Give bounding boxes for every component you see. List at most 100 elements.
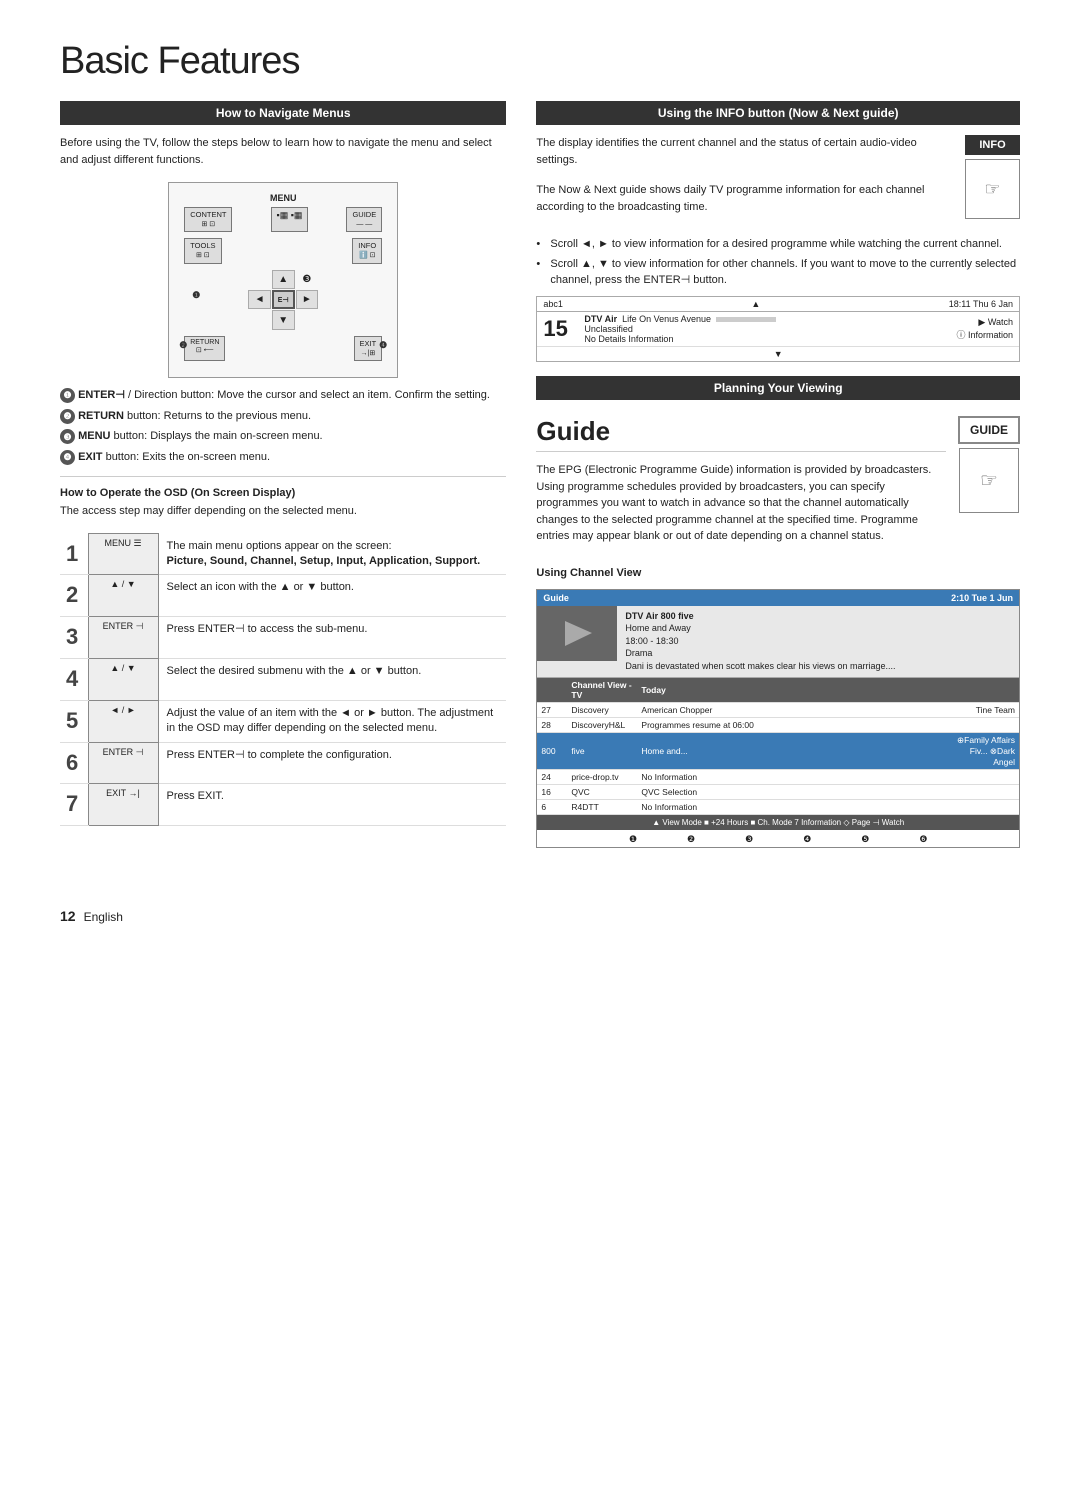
guide-button-area: GUIDE ☞ [958,416,1020,513]
step-return: ❷ RETURN button: Returns to the previous… [60,409,506,425]
osd-step-2-icon: ▲ / ▼ [88,575,158,617]
left-column: How to Navigate Menus Before using the T… [60,101,506,848]
guide-text-area: Guide The EPG (Electronic Programme Guid… [536,416,946,559]
navigate-menus-header: How to Navigate Menus [60,101,506,125]
ch-detail-row: 15 DTV Air Life On Venus Avenue Unclassi… [537,312,1019,347]
remote-row4: ❷ RETURN⊡ ⟵ EXIT→|⊞ ❹ [184,336,382,361]
osd-step-1-num: 1 [60,534,88,575]
osd-step-5-desc: Adjust the value of an item with the ◄ o… [158,700,506,742]
ch-list-header-today-label: Today [637,683,949,697]
info-button-area: INFO ☞ [965,135,1020,229]
step-exit: ❹ EXIT button: Exits the on-screen menu. [60,450,506,466]
step-enter: ❶ ENTER⊣ / Direction button: Move the cu… [60,388,506,404]
osd-step-5-icon: ◄ / ► [88,700,158,742]
info-bullets: Scroll ◄, ► to view information for a de… [536,237,1020,288]
remote-diagram: MENU CONTENT⊞ ⊡ ▪▦ ▪▦ GUIDE— — TOOLS⊞ ⊡ … [168,182,398,378]
ch-info-btn[interactable]: ⓘ Information [956,328,1013,341]
arrow-empty-tl [248,270,271,289]
osd-row-4: 4 ▲ / ▼ Select the desired submenu with … [60,658,506,700]
osd-step-4-desc: Select the desired submenu with the ▲ or… [158,658,506,700]
tools-btn[interactable]: TOOLS⊞ ⊡ [184,238,221,263]
navigate-menus-intro: Before using the TV, follow the steps be… [60,135,506,168]
navigate-steps: ❶ ENTER⊣ / Direction button: Move the cu… [60,388,506,465]
arrow-right[interactable]: ► [296,290,319,309]
right-column: Using the INFO button (Now & Next guide)… [536,101,1020,848]
guide-ch-row-27: 27 Discovery American Chopper Tine Team [537,703,1019,718]
guide-header-right: 2:10 Tue 1 Jun [951,593,1013,603]
footer-num-3: ❸ [745,834,753,845]
info-bullet-2: Scroll ▲, ▼ to view information for othe… [536,257,1020,288]
page-title: Basic Features [60,40,1020,83]
osd-step-5-num: 5 [60,700,88,742]
info-header: Using the INFO button (Now & Next guide) [536,101,1020,125]
page-language: English [84,910,123,924]
guide-btn[interactable]: GUIDE— — [346,207,382,232]
ch-progress-bar [716,314,776,324]
ch-number: 15 [543,318,578,340]
osd-row-2: 2 ▲ / ▼ Select an icon with the ▲ or ▼ b… [60,575,506,617]
arrow-empty-bl [248,310,271,329]
divider1 [60,476,506,477]
guide-title: Guide [536,416,946,452]
guide-table-header: Guide 2:10 Tue 1 Jun [537,590,1019,606]
footer-num-5: ❺ [861,834,869,845]
osd-step-6-icon: ENTER ⊣ [88,742,158,784]
menu-center-btn[interactable]: ▪▦ ▪▦ [271,207,309,232]
osd-step-2-desc: Select an icon with the ▲ or ▼ button. [158,575,506,617]
ch-list-header-today: Channel View - TV [567,678,637,702]
ch-actions: ▶ Watch ⓘ Information [956,317,1013,341]
guide-ch-row-16: 16 QVC QVC Selection [537,785,1019,800]
arrow-pad-row: ❶ ▲ ❸ ◄ E⊣ ► ▼ [184,270,382,330]
return-btn-remote[interactable]: RETURN⊡ ⟵ [184,336,225,361]
page-number: 12 [60,908,76,924]
channel-info-box: abc1 ▲ 18:11 Thu 6 Jan 15 DTV Air Life O… [536,296,1020,362]
osd-step-3-desc: Press ENTER⊣ to access the sub-menu. [158,617,506,659]
guide-ch-row-24: 24 price-drop.tv No Information [537,770,1019,785]
arrow-up[interactable]: ▲ [272,270,295,289]
osd-step-4-num: 4 [60,658,88,700]
guide-title-row: Guide The EPG (Electronic Programme Guid… [536,416,1020,559]
info-bullet-1: Scroll ◄, ► to view information for a de… [536,237,1020,252]
ch-details-area: DTV Air Life On Venus Avenue Unclassifie… [578,314,956,344]
remote-row2: TOOLS⊞ ⊡ INFOℹ️ ⊡ [184,238,382,263]
guide-finger-icon: ☞ [959,448,1019,513]
info-btn-remote[interactable]: INFOℹ️ ⊡ [352,238,382,263]
osd-subheader: How to Operate the OSD (On Screen Displa… [60,487,506,499]
arrow-left[interactable]: ◄ [248,290,271,309]
osd-step-1-desc: The main menu options appear on the scre… [158,534,506,575]
osd-step-6-desc: Press ENTER⊣ to complete the configurati… [158,742,506,784]
osd-step-6-num: 6 [60,742,88,784]
ch-unclassified: Unclassified [584,324,956,334]
guide-ch-row-800: 800 five Home and... ⊕Family Affairs Fiv… [537,733,1019,770]
osd-row-5: 5 ◄ / ► Adjust the value of an item with… [60,700,506,742]
osd-intro: The access step may differ depending on … [60,503,506,520]
content-btn[interactable]: CONTENT⊞ ⊡ [184,207,232,232]
channel-view-header: Using Channel View [536,567,1020,579]
guide-ch-row-6: 6 R4DTT No Information [537,800,1019,815]
osd-row-1: 1 MENU ☰ The main menu options appear on… [60,534,506,575]
osd-step-7-num: 7 [60,784,88,826]
ch-list-header: Channel View - TV Today [537,678,1019,703]
ch-dtv-name: DTV Air Life On Venus Avenue [584,314,956,324]
footer-num-2: ❷ [687,834,695,845]
info-button-display: INFO [965,135,1020,155]
ch-watch-btn[interactable]: ▶ Watch [978,317,1013,328]
exit-btn-remote[interactable]: EXIT→|⊞ [354,336,383,361]
osd-step-3-icon: ENTER ⊣ [88,617,158,659]
arrow-pad: ▲ ❸ ◄ E⊣ ► ▼ [248,270,318,330]
badge-2: ❷ [179,340,187,351]
ch-list-header-extra [949,688,1019,692]
guide-table: Guide 2:10 Tue 1 Jun DTV Air 800 five [536,589,1020,848]
arrow-down[interactable]: ▼ [272,310,295,329]
guide-intro: The EPG (Electronic Programme Guide) inf… [536,462,946,545]
guide-preview-row: DTV Air 800 five Home and Away 18:00 - 1… [537,606,1019,678]
enter-btn-pad[interactable]: E⊣ [272,290,295,309]
remote-row1: CONTENT⊞ ⊡ ▪▦ ▪▦ GUIDE— — [184,207,382,232]
ch-box-arrow-down: ▼ [537,347,1019,361]
osd-row-6: 6 ENTER ⊣ Press ENTER⊣ to complete the c… [60,742,506,784]
ch-list-header-num [537,688,567,692]
guide-preview-details: DTV Air 800 five Home and Away 18:00 - 1… [617,606,903,677]
info-section: Using the INFO button (Now & Next guide)… [536,101,1020,400]
navigate-menus-section: How to Navigate Menus Before using the T… [60,101,506,826]
ch-no-details: No Details Information [584,334,956,344]
